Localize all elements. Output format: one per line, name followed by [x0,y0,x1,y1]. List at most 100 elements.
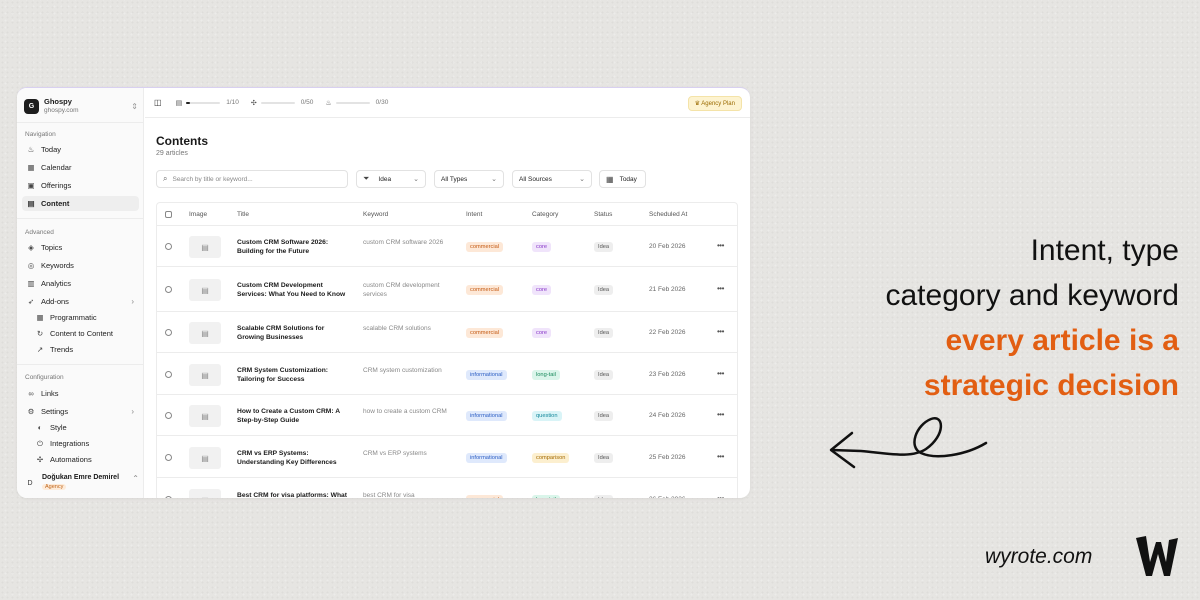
trend-icon: ↗ [36,345,44,354]
divider [17,364,144,365]
search-input[interactable] [172,175,338,183]
row-checkbox[interactable] [165,329,172,336]
avatar: D [27,479,33,487]
sidebar-item-today[interactable]: ♨ Today [22,142,139,157]
scheduled-date: 25 Feb 2026 [649,454,686,461]
sidebar-item-label: Links [41,389,59,398]
intent-badge: commercial [466,242,504,252]
article-title[interactable]: Custom CRM Development Services: What Yo… [237,281,352,299]
document-icon: ▤ [189,489,221,498]
sidebar-item-analytics[interactable]: ▥ Analytics [22,276,139,291]
category-badge: long-tail [532,370,560,380]
table-row[interactable]: ▤ Best CRM for visa platforms: What Every… [157,479,737,498]
row-checkbox[interactable] [165,454,172,461]
sidebar-item-topics[interactable]: ◈ Topics [22,240,139,255]
more-options-icon[interactable]: ••• [717,410,724,419]
header-intent[interactable]: Intent [466,211,482,218]
more-options-icon[interactable]: ••• [717,452,724,461]
article-title[interactable]: CRM vs ERP Systems: Understanding Key Di… [237,449,352,467]
article-keyword: CRM system customization [363,367,442,374]
sidebar-item-automations[interactable]: ✣ Automations [31,452,139,467]
workspace-switcher[interactable]: G Ghospy ghospy.com ⇕ [24,95,138,117]
sidebar-item-integrations[interactable]: ⏻ Integrations [31,436,139,451]
more-options-icon[interactable]: ••• [717,369,724,378]
status-badge: Idea [594,328,614,338]
more-options-icon[interactable]: ••• [717,284,724,293]
promo-line-2: category and keyword [885,279,1180,312]
plug-icon: ⏻ [37,438,43,448]
row-checkbox[interactable] [165,243,172,250]
sidebar-toggle-icon[interactable]: ◫ [154,98,162,107]
header-keyword[interactable]: Keyword [363,211,388,218]
hand-drawn-arrow-icon [829,417,988,469]
more-options-icon[interactable]: ••• [717,494,724,498]
row-checkbox[interactable] [165,412,172,419]
table-row[interactable]: ▤ CRM System Customization: Tailoring for… [157,354,737,395]
calendar-icon: ▦ [27,163,35,172]
flame-icon: ♨ [325,99,332,107]
table-row[interactable]: ▤ Custom CRM Development Services: What Y… [157,268,737,312]
contents-table: Image Title Keyword Intent Category Stat… [156,202,738,498]
table-row[interactable]: ▤ How to Create a Custom CRM: A Step-by-S… [157,396,737,436]
sidebar-item-calendar[interactable]: ▦ Calendar [22,160,139,175]
search-field[interactable]: ⌕ [156,170,348,188]
header-category[interactable]: Category [532,211,558,218]
link-icon: ∞ [28,389,34,398]
article-title[interactable]: Custom CRM Software 2026: Building for t… [237,238,352,256]
article-title[interactable]: CRM System Customization: Tailoring for … [237,366,352,384]
header-title[interactable]: Title [237,211,249,218]
workspace-logo: G [24,98,39,114]
palette-icon: ◐ [37,423,43,432]
row-checkbox[interactable] [165,496,172,498]
filter-icon: ⏷ [363,174,370,183]
refresh-icon: ↻ [36,329,44,338]
more-options-icon[interactable]: ••• [717,241,724,250]
status-badge: Idea [594,411,614,421]
sidebar-item-label: Analytics [41,279,72,288]
intent-badge: informational [466,411,507,421]
select-all-checkbox[interactable] [165,211,172,218]
sidebar-item-label: Keywords [41,261,74,270]
type-filter[interactable]: All Types ⌄ [434,170,504,188]
status-badge: Idea [594,285,614,295]
more-options-icon[interactable]: ••• [717,327,724,336]
sidebar-item-style[interactable]: ◐ Style [31,420,139,435]
sidebar-item-offerings[interactable]: ▣ Offerings [22,178,139,193]
table-row[interactable]: ▤ Scalable CRM Solutions for Growing Busi… [157,313,737,353]
row-checkbox[interactable] [165,286,172,293]
article-title[interactable]: Best CRM for visa platforms: What Every … [237,491,352,498]
table-row[interactable]: ▤ CRM vs ERP Systems: Understanding Key D… [157,437,737,478]
row-checkbox[interactable] [165,371,172,378]
sidebar-item-links[interactable]: ∞ Links [22,386,139,401]
date-filter[interactable]: ▦ Today [599,170,646,188]
document-icon: ▤ [189,405,221,427]
scheduled-date: 23 Feb 2026 [649,371,686,378]
sidebar-item-label: Add-ons [41,297,69,306]
table-row[interactable]: ▤ Custom CRM Software 2026: Building for … [157,227,737,267]
intent-badge: commercial [466,495,504,498]
article-title[interactable]: How to Create a Custom CRM: A Step-by-St… [237,407,352,425]
source-filter[interactable]: All Sources ⌄ [512,170,592,188]
brand-site: wyrote.com [985,545,1093,568]
status-badge: Idea [594,242,614,252]
article-title[interactable]: Scalable CRM Solutions for Growing Busin… [237,324,352,342]
sidebar-item-programmatic[interactable]: ▦ Programmatic [31,310,139,325]
sidebar-item-trends[interactable]: ↗ Trends [31,342,139,357]
user-menu[interactable]: D Doğukan Emre Demirel Agency ⌃ [23,474,139,496]
sidebar-item-add-ons[interactable]: ➶ Add-ons › [22,294,139,309]
header-scheduled-at[interactable]: Scheduled At [649,211,687,218]
status-filter[interactable]: ⏷ Idea ⌄ [356,170,426,188]
sidebar-item-content-to-content[interactable]: ↻ Content to Content [31,326,139,341]
header-status[interactable]: Status [594,211,612,218]
crown-icon: ♛ [694,101,700,107]
sidebar-item-keywords[interactable]: ◎ Keywords [22,258,139,273]
chart-icon: ▥ [27,279,35,288]
sidebar-item-label: Integrations [50,439,90,448]
sidebar-item-content[interactable]: ▤ Content [22,196,139,211]
plan-badge[interactable]: ♛ Agency Plan [687,96,742,111]
sidebar-item-label: Settings [41,407,69,416]
category-badge: core [532,328,552,338]
usage-text: 0/30 [375,99,389,106]
usage-articles: ▤ 1/10 [176,99,239,107]
sidebar-item-settings[interactable]: ⚙ Settings › [22,404,139,419]
